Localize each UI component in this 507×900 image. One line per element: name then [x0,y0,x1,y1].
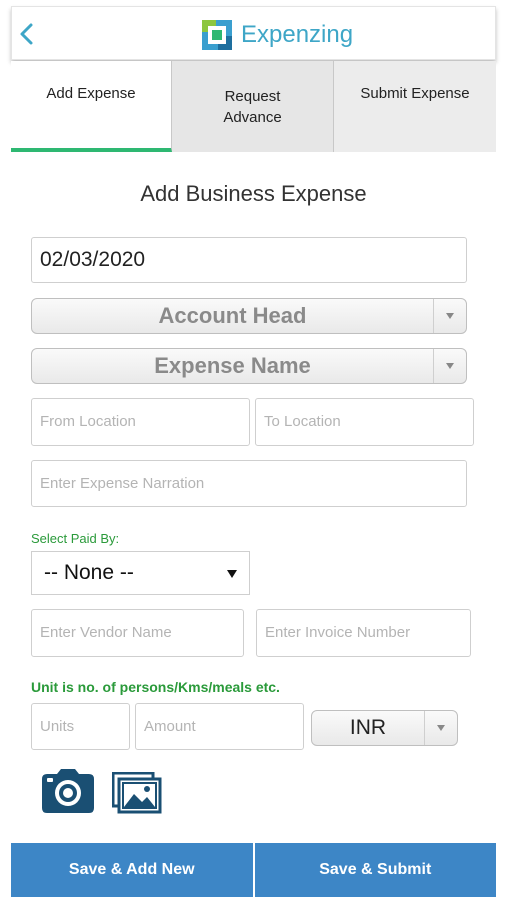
tab-add-expense[interactable]: Add Expense [11,61,172,152]
from-location-placeholder: From Location [40,413,136,430]
paid-by-label: Select Paid By: [31,531,120,546]
save-add-new-button[interactable]: Save & Add New [11,843,255,897]
to-location-placeholder: To Location [264,413,341,430]
expense-name-label: Expense Name [154,353,311,378]
app-header: Expenzing [11,6,496,60]
to-location-input[interactable]: To Location [255,398,474,446]
units-input[interactable]: Units [31,703,130,750]
caret-down-icon [424,711,457,745]
image-gallery-icon[interactable] [112,772,162,814]
tab-submit-expense[interactable]: Submit Expense [334,61,496,152]
paid-by-select[interactable]: -- None -- [31,551,250,595]
unit-note: Unit is no. of persons/Kms/meals etc. [31,679,280,695]
expense-narration-input[interactable]: Enter Expense Narration [31,460,467,507]
invoice-number-input[interactable]: Enter Invoice Number [256,609,471,657]
tab-request-advance[interactable]: Request Advance [172,61,334,152]
tab-label: Add Expense [46,85,136,102]
tab-label: Request Advance [223,87,282,126]
expenzing-logo-icon [202,20,232,50]
account-head-label: Account Head [158,303,307,328]
units-placeholder: Units [40,718,75,735]
app-title: Expenzing [241,21,354,48]
account-head-select[interactable]: Account Head [31,298,467,334]
amount-placeholder: Amount [144,718,196,735]
vendor-name-input[interactable]: Enter Vendor Name [31,609,244,657]
invoice-placeholder: Enter Invoice Number [265,624,411,641]
date-field[interactable]: 02/03/2020 [31,237,467,283]
currency-select[interactable]: INR [311,710,458,746]
chevron-left-icon[interactable] [14,20,40,48]
caret-down-icon [433,349,466,383]
expense-name-select[interactable]: Expense Name [31,348,467,384]
vendor-placeholder: Enter Vendor Name [40,624,172,641]
caret-down-icon [433,299,466,333]
tab-label: Submit Expense [360,85,470,102]
paid-by-value: -- None -- [44,561,134,584]
narration-placeholder: Enter Expense Narration [40,475,205,492]
currency-value: INR [349,716,387,739]
page-title: Add Business Expense [140,181,367,206]
camera-icon[interactable] [41,768,95,814]
amount-input[interactable]: Amount [135,703,304,750]
save-submit-button[interactable]: Save & Submit [254,843,496,897]
caret-down-icon [227,565,237,581]
tab-bar: Add Expense Request Advance Submit Expen… [11,61,496,152]
from-location-input[interactable]: From Location [31,398,250,446]
action-bar: Save & Add New Save & Submit [11,843,496,897]
